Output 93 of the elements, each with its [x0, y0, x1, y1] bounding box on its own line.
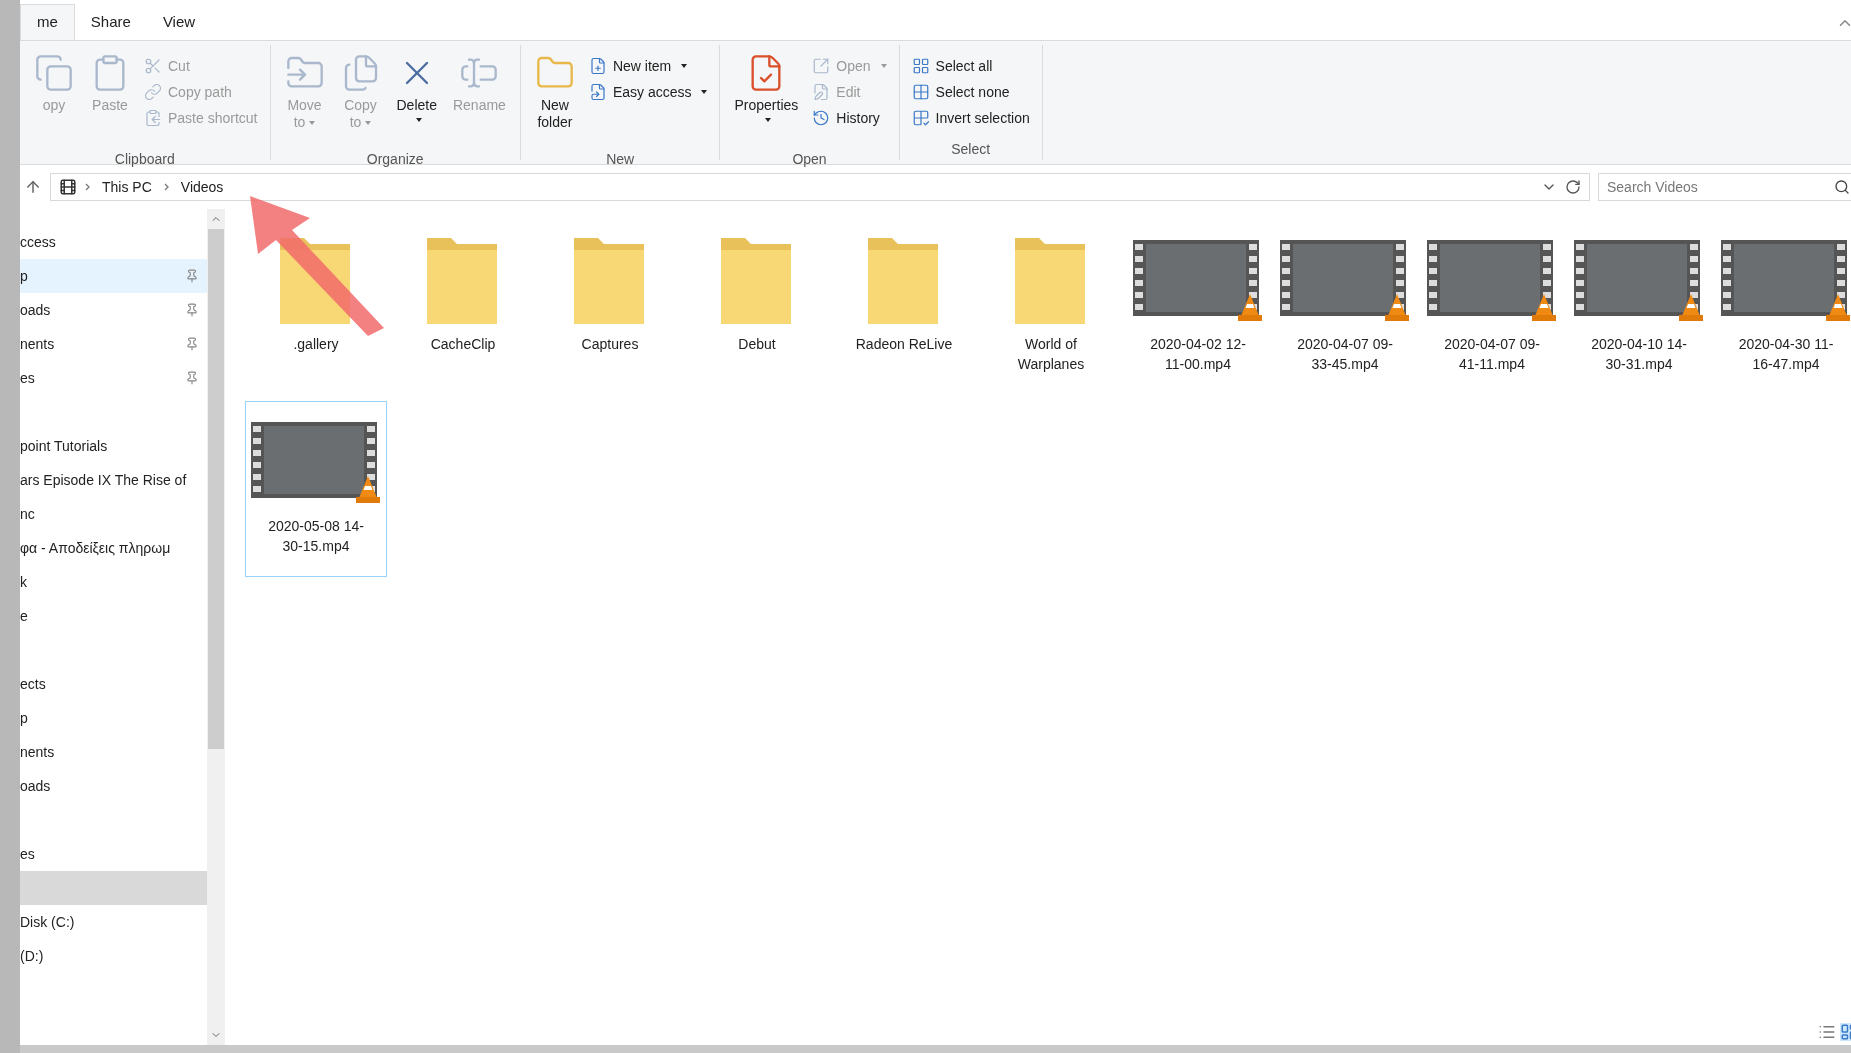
file-name: 2020-04-30 11-16-47.mp4	[1737, 335, 1835, 374]
sidebar-item[interactable]: k	[20, 565, 207, 599]
ribbon-button[interactable]: Properties	[728, 49, 805, 145]
file-item[interactable]: Captures	[539, 219, 681, 395]
path-icon	[144, 83, 162, 101]
file-name: Captures	[580, 335, 640, 354]
sidebar-item[interactable]: ccess	[20, 225, 207, 259]
file-name: 2020-04-02 12-11-00.mp4	[1149, 335, 1247, 374]
chevron-icon	[163, 183, 169, 191]
caret-icon	[309, 121, 316, 126]
sidebar-item[interactable]: φα - Αποδείξεις πληρωμ	[20, 531, 207, 565]
open-icon	[812, 57, 831, 75]
scrollbar[interactable]	[207, 209, 225, 1045]
pin-icon	[185, 269, 199, 283]
file-name: .gallery	[292, 335, 340, 354]
file-item[interactable]: Radeon ReLive	[833, 219, 975, 395]
file-item[interactable]: CacheClip	[392, 219, 534, 395]
invert-selection-icon	[911, 109, 930, 127]
group-label: Clipboard	[114, 150, 175, 169]
easy-access-icon	[588, 83, 607, 101]
address-bar[interactable]: This PC Videos	[50, 173, 1590, 201]
file-name: CacheClip	[429, 335, 497, 354]
file-name: Debut	[737, 335, 777, 354]
sidebar-item[interactable]: nents	[20, 327, 207, 361]
caret-icon	[681, 64, 688, 68]
ribbon-button[interactable]: Invert selection	[907, 105, 1034, 131]
file-name: Radeon ReLive	[854, 335, 954, 354]
file-name: 2020-04-07 09-41-11.mp4	[1443, 335, 1541, 374]
group-label: Organize	[366, 150, 424, 169]
caret-icon	[415, 118, 422, 123]
sidebar-item[interactable]: oads	[20, 293, 207, 327]
sidebar-item[interactable]: nc	[20, 497, 207, 531]
history-icon	[812, 109, 831, 127]
caret-icon	[765, 118, 772, 123]
film-icon	[59, 178, 77, 196]
file-item[interactable]: 2020-04-02 12-11-00.mp4	[1127, 219, 1269, 395]
file-name: 2020-04-10 14-30-31.mp4	[1590, 335, 1688, 374]
ribbon-button[interactable]: History	[808, 105, 891, 131]
group-label: Select	[951, 140, 991, 159]
ribbon-button[interactable]: Delete	[390, 49, 443, 145]
ribbon-button[interactable]: New item	[584, 53, 712, 79]
chevron-icon	[85, 183, 90, 191]
file-item[interactable]: 2020-04-07 09-41-11.mp4	[1421, 219, 1563, 395]
ribbon-button[interactable]: Select none	[907, 79, 1034, 105]
group-label: Open	[792, 150, 827, 169]
search-field[interactable]: Search Videos	[1598, 173, 1851, 201]
copy-icon	[34, 53, 74, 93]
caret-icon	[701, 90, 708, 94]
sidebar-item[interactable]: p	[20, 259, 207, 293]
sidebar-item[interactable]: es	[20, 837, 207, 871]
details-view-icon[interactable]	[1818, 1023, 1836, 1041]
file-name: World of Warplanes	[1016, 335, 1086, 374]
sidebar-item[interactable]: (D:)	[20, 939, 207, 973]
caret-icon	[880, 64, 887, 68]
sidebar-item[interactable]: p	[20, 701, 207, 735]
select-all-icon	[911, 57, 930, 75]
group-label: New	[606, 150, 635, 169]
sidebar-item[interactable]: nents	[20, 735, 207, 769]
ribbon-tab[interactable]: me	[20, 4, 75, 40]
sidebar-item[interactable]: ects	[20, 667, 207, 701]
file-item[interactable]: Debut	[686, 219, 828, 395]
sidebar-item[interactable]: oads	[20, 769, 207, 803]
file-item[interactable]: 2020-04-10 14-30-31.mp4	[1568, 219, 1710, 395]
sidebar-item[interactable]: Disk (C:)	[20, 905, 207, 939]
breadcrumb[interactable]: This PC	[98, 176, 156, 198]
refresh-icon[interactable]	[1565, 179, 1581, 195]
ribbon-button[interactable]: New folder	[528, 49, 581, 145]
file-item[interactable]: 2020-05-08 14-30-15.mp4	[245, 401, 387, 577]
breadcrumb[interactable]: Videos	[176, 176, 228, 198]
pin-icon	[185, 303, 199, 317]
sidebar-item[interactable]: e	[20, 599, 207, 633]
file-item[interactable]: 2020-04-30 11-16-47.mp4	[1715, 219, 1851, 395]
pin-icon	[185, 371, 199, 385]
file-name: 2020-04-07 09-33-45.mp4	[1296, 335, 1394, 374]
select-none-icon	[911, 83, 930, 101]
pin-icon	[185, 337, 199, 351]
search-icon	[1834, 179, 1850, 195]
shortcut-icon	[144, 109, 162, 127]
new-item-icon	[588, 57, 607, 75]
ribbon-tab[interactable]: View	[146, 4, 212, 40]
scissors-icon	[144, 57, 162, 75]
file-item[interactable]: 2020-04-07 09-33-45.mp4	[1274, 219, 1416, 395]
scrollbar-thumb[interactable]	[208, 229, 224, 749]
sidebar-item[interactable]: point Tutorials	[20, 429, 207, 463]
ribbon-button[interactable]: Easy access	[584, 79, 712, 105]
file-name: 2020-05-08 14-30-15.mp4	[267, 517, 365, 556]
sidebar-item[interactable]: ars Episode IX The Rise of	[20, 463, 207, 497]
caret-icon	[365, 121, 372, 126]
ribbon-tab[interactable]: Share	[74, 4, 147, 40]
sidebar-item[interactable]: es	[20, 361, 207, 395]
edit-icon	[812, 83, 831, 101]
file-item[interactable]: World of Warplanes	[980, 219, 1122, 395]
ribbon-button[interactable]: Select all	[907, 53, 1034, 79]
